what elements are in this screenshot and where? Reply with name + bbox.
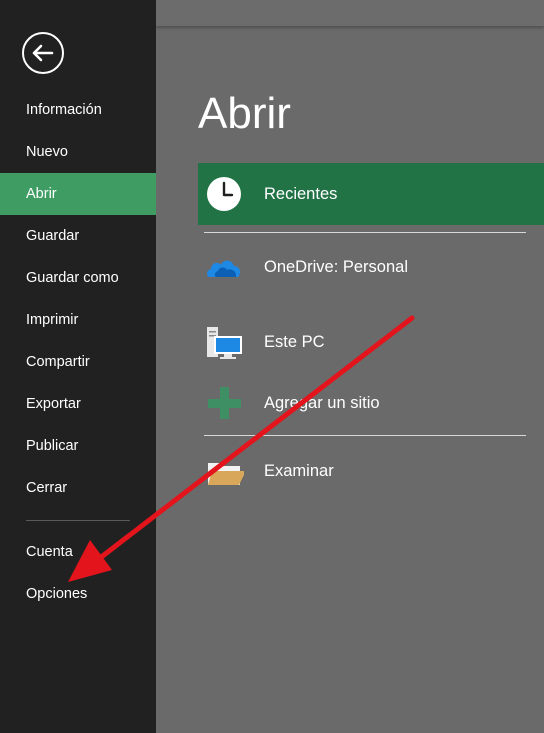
location-label: Este PC — [264, 333, 325, 351]
back-arrow-icon — [32, 44, 54, 62]
plus-icon — [208, 387, 241, 419]
title-bar — [156, 0, 544, 26]
location-label: Examinar — [264, 462, 334, 480]
location-divider — [204, 435, 526, 436]
sidebar-item-exportar[interactable]: Exportar — [0, 383, 156, 425]
sidebar-item-guardar[interactable]: Guardar — [0, 215, 156, 257]
backstage-view: Información Nuevo Abrir Guardar Guardar … — [0, 0, 544, 733]
location-divider — [204, 232, 526, 233]
location-examinar[interactable]: Examinar — [198, 440, 544, 502]
sidebar-item-compartir[interactable]: Compartir — [0, 341, 156, 383]
sidebar-item-guardar-como[interactable]: Guardar como — [0, 257, 156, 299]
sidebar-item-opciones[interactable]: Opciones — [0, 573, 156, 615]
sidebar-item-cuenta[interactable]: Cuenta — [0, 531, 156, 573]
computer-icon — [207, 327, 242, 359]
sidebar-item-imprimir[interactable]: Imprimir — [0, 299, 156, 341]
location-onedrive[interactable]: OneDrive: Personal — [198, 236, 544, 298]
page-title: Abrir — [198, 89, 291, 138]
sidebar-item-nuevo[interactable]: Nuevo — [0, 131, 156, 173]
location-label: Recientes — [264, 185, 338, 203]
folder-icon — [208, 463, 244, 485]
location-agregar-sitio[interactable]: Agregar un sitio — [198, 372, 544, 434]
onedrive-cloud-icon — [207, 260, 241, 277]
sidebar-divider — [26, 520, 130, 521]
location-recientes[interactable]: Recientes — [198, 163, 544, 225]
sidebar-item-cerrar[interactable]: Cerrar — [0, 467, 156, 509]
clock-icon — [207, 177, 241, 211]
back-button[interactable] — [22, 32, 64, 74]
backstage-sidebar: Información Nuevo Abrir Guardar Guardar … — [0, 0, 156, 733]
sidebar-item-publicar[interactable]: Publicar — [0, 425, 156, 467]
sidebar-item-abrir[interactable]: Abrir — [0, 173, 156, 215]
location-label: Agregar un sitio — [264, 394, 380, 412]
sidebar-item-informacion[interactable]: Información — [0, 89, 156, 131]
location-label: OneDrive: Personal — [264, 258, 408, 276]
location-este-pc[interactable]: Este PC — [198, 311, 544, 373]
